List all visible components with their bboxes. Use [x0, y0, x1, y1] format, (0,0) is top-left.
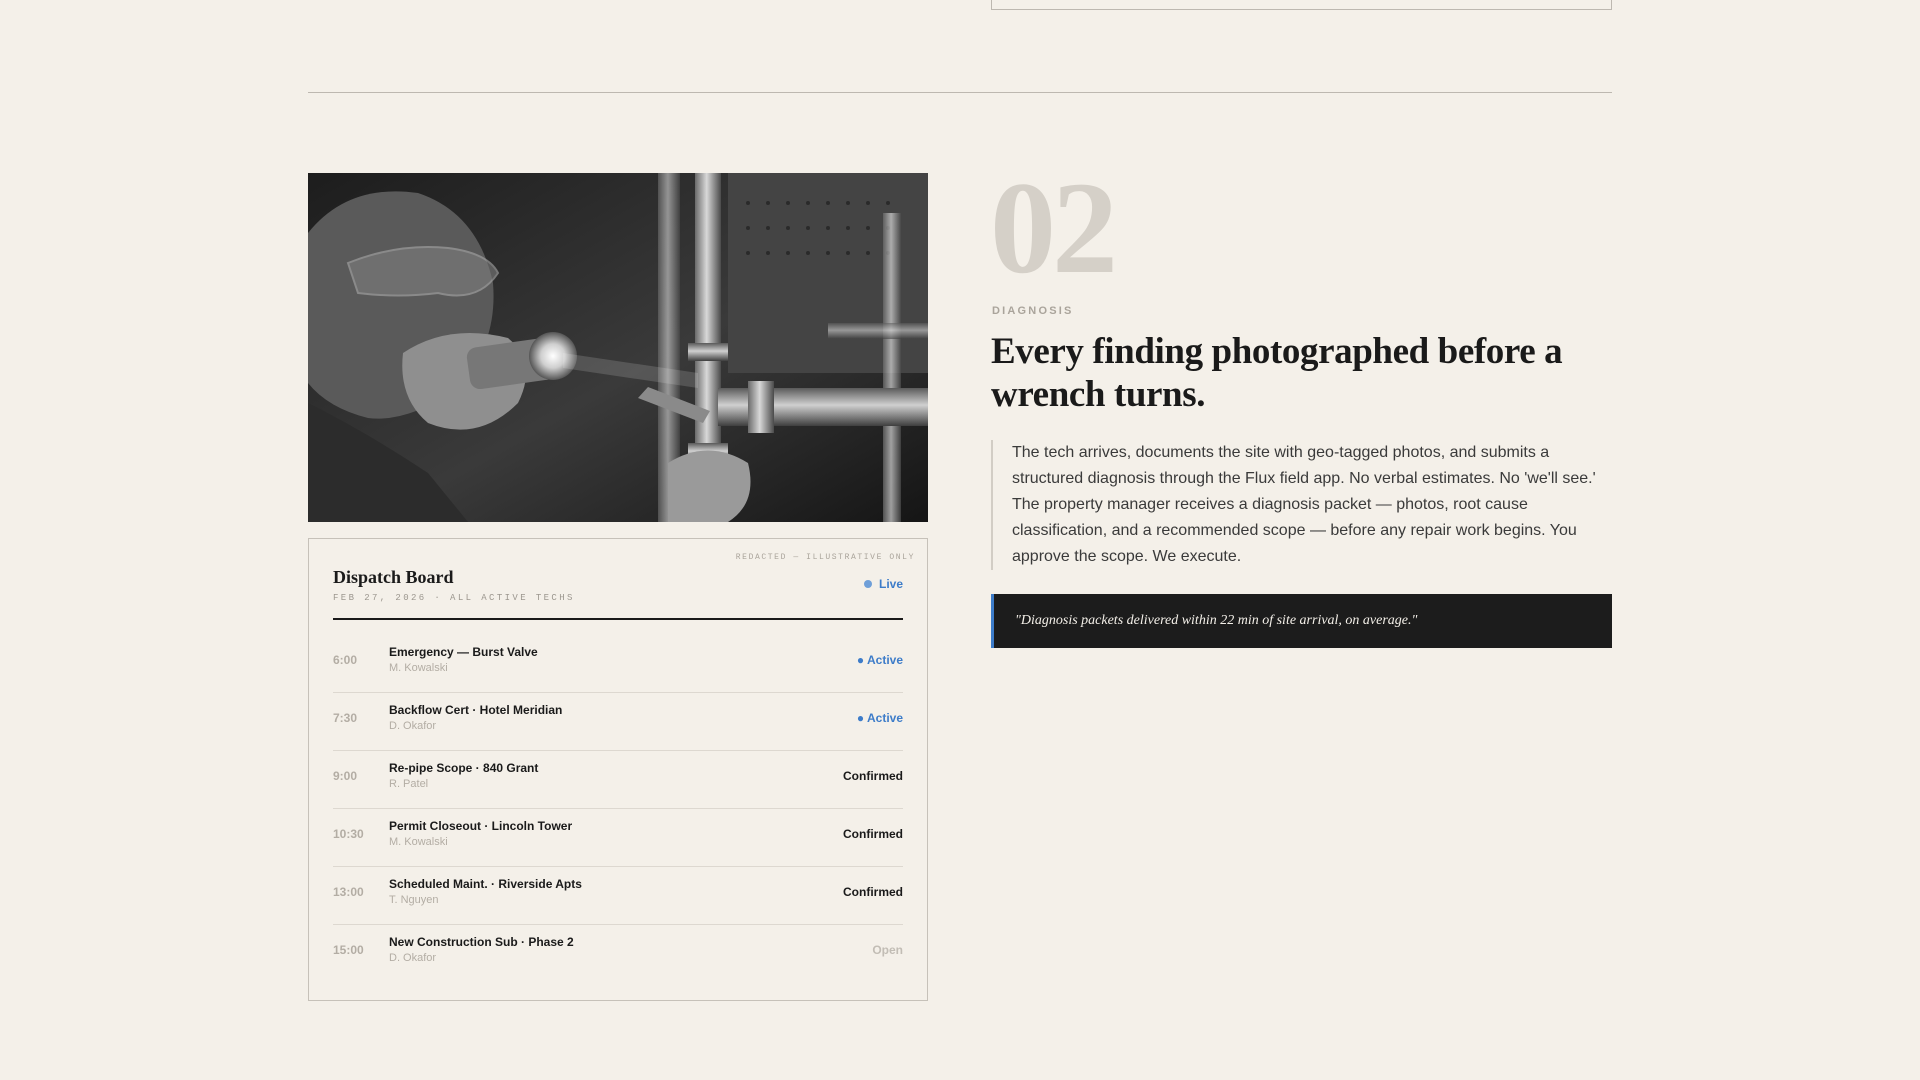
dispatch-row: 13:00 Scheduled Maint. · Riverside Apts …	[333, 867, 903, 925]
step-heading: Every finding photographed before a wren…	[991, 331, 1563, 415]
board-header-rule	[333, 618, 903, 620]
row-tech: M. Kowalski	[389, 836, 448, 848]
dispatch-row: 6:00 Emergency — Burst Valve M. Kowalski…	[333, 635, 903, 693]
dispatch-row: 9:00 Re-pipe Scope · 840 Grant R. Patel …	[333, 751, 903, 809]
dispatch-list: 6:00 Emergency — Burst Valve M. Kowalski…	[333, 635, 903, 982]
step-label: DIAGNOSIS	[992, 305, 1074, 317]
section-divider	[308, 92, 1612, 93]
row-title: Scheduled Maint. · Riverside Apts	[389, 877, 582, 891]
dispatch-row: 7:30 Backflow Cert · Hotel Meridian D. O…	[333, 693, 903, 751]
row-title: New Construction Sub · Phase 2	[389, 935, 574, 949]
row-title: Backflow Cert · Hotel Meridian	[389, 703, 563, 717]
row-title: Permit Closeout · Lincoln Tower	[389, 819, 573, 833]
dispatch-row: 15:00 New Construction Sub · Phase 2 D. …	[333, 925, 903, 982]
stat-callout: "Diagnosis packets delivered within 22 m…	[991, 594, 1612, 648]
row-status: Open	[872, 943, 903, 957]
dispatch-row: 10:30 Permit Closeout · Lincoln Tower M.…	[333, 809, 903, 867]
live-label: Live	[878, 577, 903, 591]
row-tech: D. Okafor	[389, 720, 437, 732]
board-title: Dispatch Board	[333, 567, 454, 587]
row-time: 10:30	[333, 827, 364, 841]
board-watermark: REDACTED — ILLUSTRATIVE ONLY	[735, 553, 915, 562]
technician-photo	[308, 173, 928, 522]
row-time: 6:00	[333, 653, 358, 667]
row-title: Emergency — Burst Valve	[389, 645, 538, 659]
row-tech: T. Nguyen	[389, 894, 439, 906]
row-time: 7:30	[333, 711, 358, 725]
row-time: 15:00	[333, 943, 364, 957]
board-subtitle: FEB 27, 2026 · ALL ACTIVE TECHS	[333, 593, 575, 603]
row-tech: R. Patel	[389, 778, 429, 790]
row-status: Confirmed	[843, 769, 903, 783]
step-description: The tech arrives, documents the site wit…	[991, 440, 1601, 570]
row-tech: M. Kowalski	[389, 662, 448, 674]
row-status: Confirmed	[843, 827, 903, 841]
previous-card-bottom	[991, 0, 1612, 10]
row-status: ● Active	[856, 653, 903, 667]
dispatch-board: REDACTED — ILLUSTRATIVE ONLY Dispatch Bo…	[308, 538, 928, 1001]
row-time: 9:00	[333, 769, 358, 783]
row-time: 13:00	[333, 885, 364, 899]
row-status: ● Active	[856, 711, 903, 725]
live-dot-icon	[863, 580, 872, 588]
row-tech: D. Okafor	[389, 952, 437, 964]
row-status: Confirmed	[843, 885, 903, 899]
row-title: Re-pipe Scope · 840 Grant	[389, 761, 539, 775]
live-indicator: Live	[863, 577, 903, 591]
step-number: 02	[990, 154, 1118, 301]
